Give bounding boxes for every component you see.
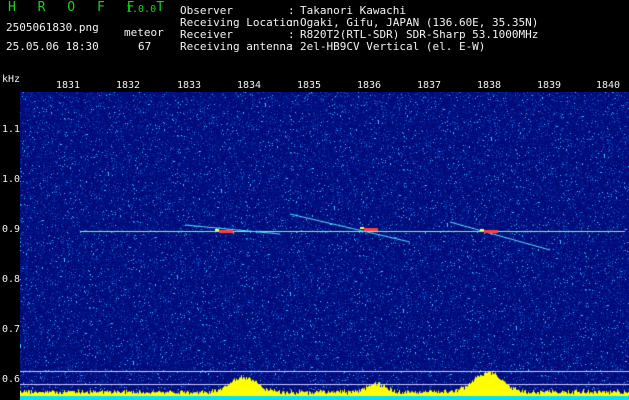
detection-mode: meteor — [124, 26, 164, 39]
file-name: 2505061830.png — [6, 21, 99, 34]
app-version: 1.0.0 — [126, 4, 157, 15]
info-label-antenna: Receiving antenna — [180, 40, 293, 53]
y-tick-label: 0.7 — [2, 324, 21, 335]
y-axis-unit: kHz — [2, 74, 21, 85]
info-colon: : — [288, 40, 295, 53]
spectrogram-plot — [20, 92, 629, 400]
y-tick-label: 0.6 — [2, 374, 21, 385]
x-tick-label: 1834 — [236, 80, 262, 91]
y-tick-label: 1.0 — [2, 174, 21, 185]
y-tick-label: 0.8 — [2, 274, 21, 285]
x-tick-label: 1832 — [115, 80, 141, 91]
info-value-antenna: 2el-HB9CV Vertical (el. E-W) — [300, 40, 486, 53]
x-tick-label: 1831 — [55, 80, 81, 91]
x-tick-label: 1835 — [296, 80, 322, 91]
x-tick-label: 1838 — [476, 80, 502, 91]
x-tick-label: 1840 — [595, 80, 621, 91]
detection-count: 67 — [138, 40, 152, 53]
y-tick-label: 0.9 — [2, 224, 21, 235]
spectrogram-canvas — [20, 92, 629, 400]
x-tick-label: 1837 — [416, 80, 442, 91]
file-datetime: 25.05.06 18:30 — [6, 40, 99, 53]
y-tick-label: 1.1 — [2, 124, 21, 135]
x-tick-label: 1836 — [356, 80, 382, 91]
x-tick-label: 1833 — [176, 80, 202, 91]
x-tick-label: 1839 — [536, 80, 562, 91]
